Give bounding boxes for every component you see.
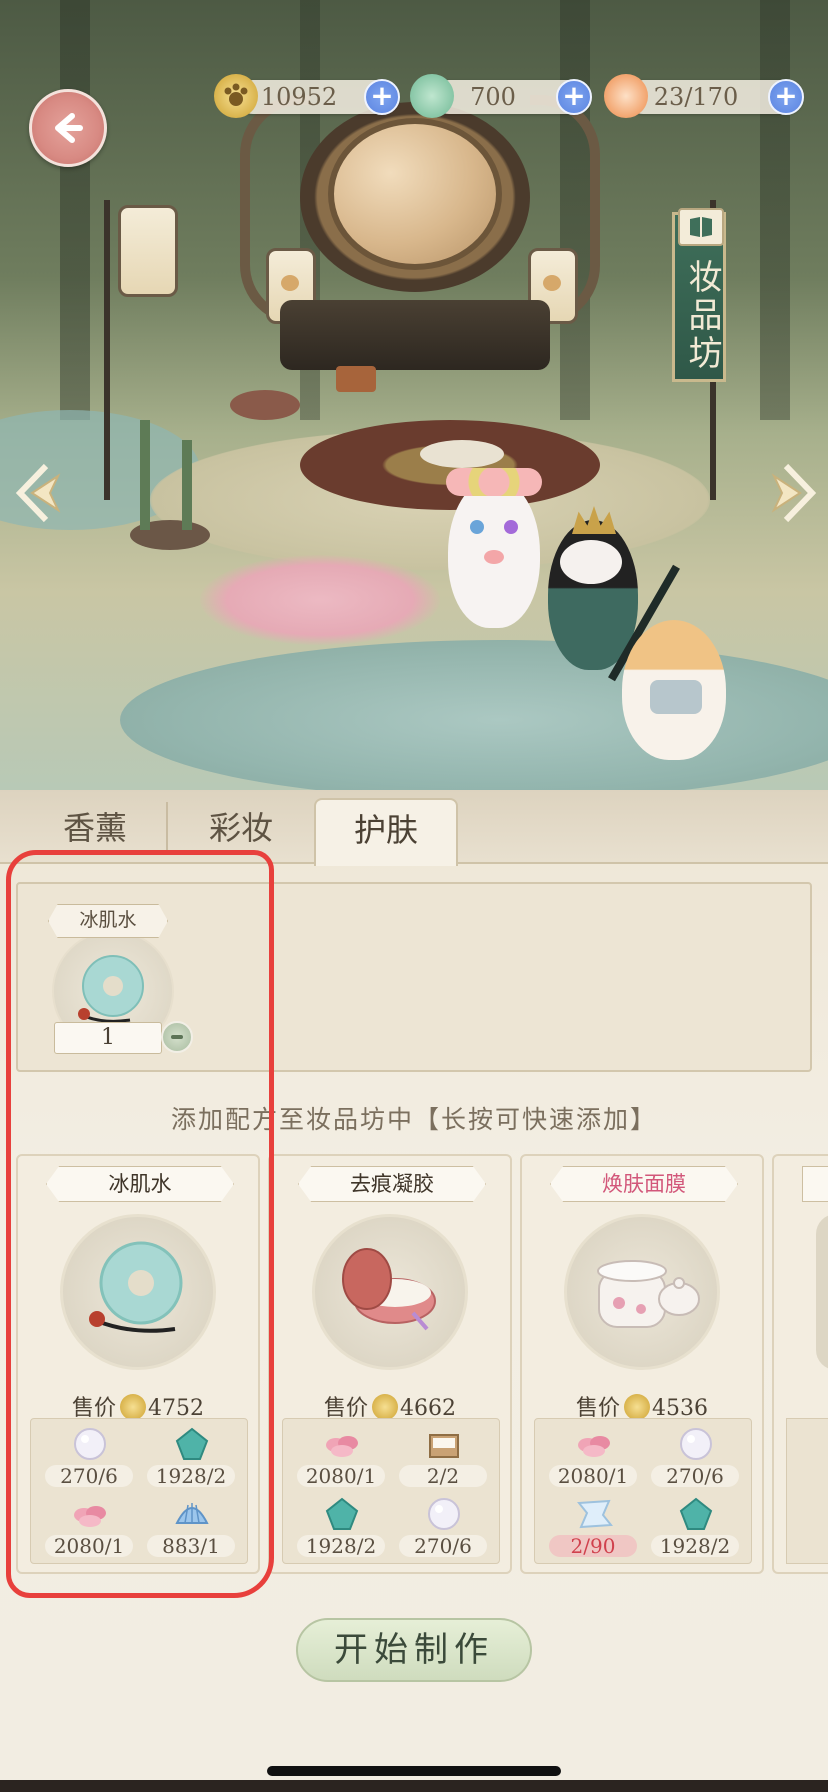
lantern-left <box>118 205 178 297</box>
pink-petal-icon <box>326 1436 358 1457</box>
material-count: 2080/1 <box>297 1465 385 1487</box>
recipe-name: 焕肤面膜 <box>550 1166 738 1202</box>
home-indicator[interactable] <box>267 1766 561 1776</box>
prev-scene-arrow-icon[interactable] <box>12 458 66 528</box>
recipe-card[interactable]: 去痕凝胶 售价 4662 2080/1 2/2 1928/2 270/6 <box>268 1154 512 1574</box>
pearl-icon <box>428 1498 460 1530</box>
recipe-item-slot <box>564 1214 720 1370</box>
resource-paw-coin: 10952 + <box>214 74 400 118</box>
cherry-blossom-petals <box>200 555 440 645</box>
tab-divider <box>166 802 168 854</box>
pink-petal-icon <box>578 1436 610 1457</box>
cushion <box>230 390 300 420</box>
material-count: 270/6 <box>651 1465 739 1487</box>
material-item: 2080/1 <box>543 1421 643 1491</box>
teal-gem-icon <box>679 1497 713 1530</box>
back-arrow-icon <box>55 113 83 143</box>
material-count: 2080/1 <box>549 1465 637 1487</box>
paw-coin-amount: 10952 <box>260 83 338 111</box>
material-item: 1928/2 <box>645 1491 745 1561</box>
recipe-name: 去痕凝胶 <box>298 1166 486 1202</box>
resource-jade-cicada: 700 + <box>410 74 592 118</box>
lantern-pole-left <box>104 200 110 500</box>
silk-cloth-icon <box>577 1499 613 1529</box>
paw-coin-icon <box>372 1394 398 1420</box>
material-item: 270/6 <box>645 1421 745 1491</box>
red-highlight-annotation <box>6 850 274 1598</box>
add-paw-coin-button[interactable]: + <box>364 79 400 115</box>
start-crafting-button[interactable]: 开始制作 <box>296 1618 532 1682</box>
recipe-card-partial[interactable] <box>772 1154 828 1574</box>
material-item: 2/2 <box>393 1421 493 1491</box>
peach-bun-amount: 23/170 <box>653 83 739 111</box>
vanity-mirror <box>328 118 502 270</box>
material-item: 2080/1 <box>291 1421 391 1491</box>
powder-box-icon <box>429 1434 459 1458</box>
material-count: 1928/2 <box>651 1535 739 1557</box>
material-item: 2/90 <box>543 1491 643 1561</box>
jewelry-box <box>336 366 376 392</box>
material-item: 270/6 <box>393 1491 493 1561</box>
material-list: 2080/1 2/2 1928/2 270/6 <box>282 1418 500 1564</box>
paw-coin-icon <box>624 1394 650 1420</box>
recipe-card[interactable]: 焕肤面膜 售价 4536 2080/1 270/6 2/90 1928/2 <box>520 1154 764 1574</box>
plant-stem <box>140 420 150 530</box>
material-count: 2/2 <box>399 1465 487 1487</box>
resource-peach-bun: 23/170 + <box>604 74 804 118</box>
add-peach-bun-button[interactable]: + <box>768 79 804 115</box>
plant-stem <box>182 440 192 530</box>
tab-skincare[interactable]: 护肤 <box>314 798 458 866</box>
back-button[interactable] <box>29 89 107 167</box>
pearl-icon <box>680 1428 712 1460</box>
jade-cicada-amount: 700 <box>470 83 516 111</box>
material-item: 1928/2 <box>291 1491 391 1561</box>
floor-cushion <box>420 440 504 468</box>
material-count: 1928/2 <box>297 1535 385 1557</box>
vanity-table[interactable] <box>280 300 550 370</box>
teal-gem-icon <box>325 1497 359 1530</box>
recipe-item-slot <box>312 1214 468 1370</box>
book-icon <box>678 208 724 246</box>
scene-background: 妆品坊 <box>0 0 828 790</box>
cream-jar-icon <box>342 1248 436 1331</box>
material-count-insufficient: 2/90 <box>549 1535 637 1557</box>
material-list: 2080/1 270/6 2/90 1928/2 <box>534 1418 752 1564</box>
next-scene-arrow-icon[interactable] <box>766 458 820 528</box>
porcelain-jar-icon <box>597 1260 700 1328</box>
add-jade-cicada-button[interactable]: + <box>556 79 592 115</box>
material-count: 270/6 <box>399 1535 487 1557</box>
bottom-strip <box>0 1780 828 1792</box>
